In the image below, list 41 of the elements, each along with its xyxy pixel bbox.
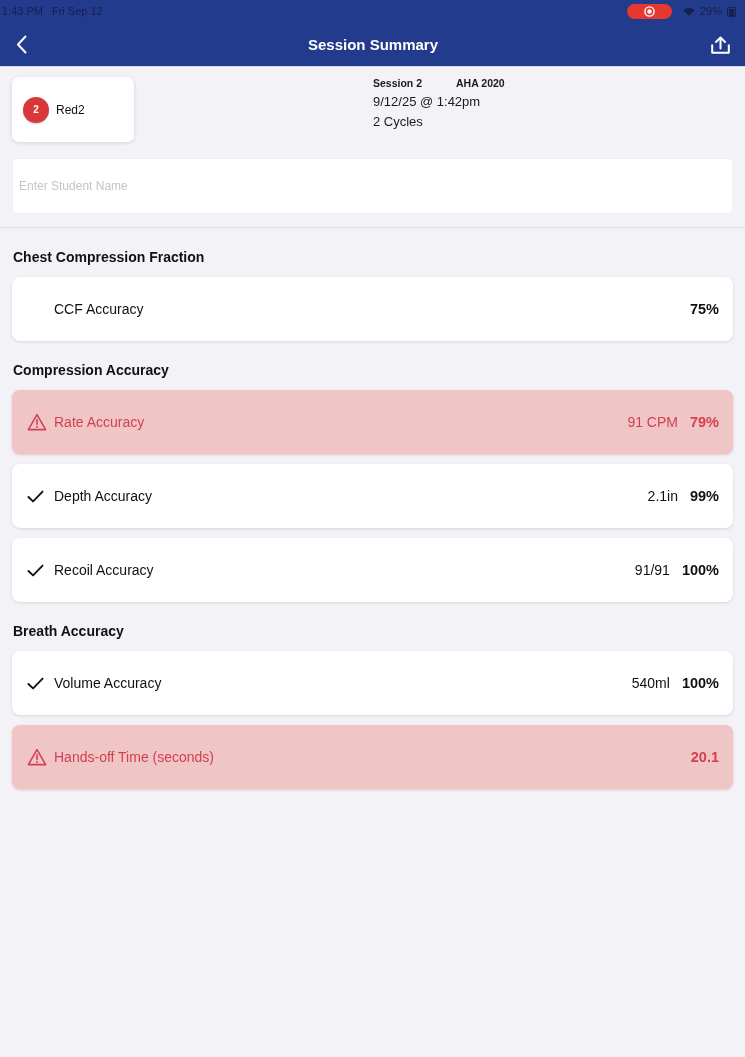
battery-icon xyxy=(727,6,736,17)
metric-score: 79% xyxy=(689,413,719,431)
metric-label: Rate Accuracy xyxy=(54,413,145,431)
checkmark-icon xyxy=(27,676,44,690)
checkmark-icon xyxy=(27,563,44,577)
share-button[interactable] xyxy=(709,33,732,56)
metric-label: Hands-off Time (seconds) xyxy=(54,748,215,766)
share-icon xyxy=(711,35,730,54)
student-name-field[interactable]: Enter Student Name xyxy=(13,159,732,213)
cycle-count: 2 Cycles xyxy=(373,113,424,131)
guideline-version: AHA 2020 xyxy=(456,77,505,89)
metric-label: CCF Accuracy xyxy=(54,300,144,318)
back-button[interactable] xyxy=(14,33,29,56)
metric-score: 99% xyxy=(689,487,719,505)
wifi-icon xyxy=(682,7,695,16)
metric-reading: 91 CPM xyxy=(627,413,678,431)
warning-icon xyxy=(27,748,47,766)
section-title: Chest Compression Fraction xyxy=(13,248,205,267)
metric-score: 75% xyxy=(689,300,719,318)
metric-label: Depth Accuracy xyxy=(54,487,153,505)
metric-score: 20.1 xyxy=(690,748,719,766)
section-title: Compression Accuracy xyxy=(13,361,169,380)
checkmark-icon xyxy=(27,489,44,503)
metric-reading: 2.1in xyxy=(647,487,678,505)
number-badge: 2 xyxy=(23,96,49,123)
metric-score: 100% xyxy=(681,674,719,692)
section-title: Breath Accuracy xyxy=(13,622,124,641)
session-datetime: 9/12/25 @ 1:42pm xyxy=(373,93,482,111)
warning-icon xyxy=(27,413,47,431)
chevron-left-icon xyxy=(16,35,27,54)
metric-label: Volume Accuracy xyxy=(54,674,162,692)
metric-score: 100% xyxy=(681,561,719,579)
metric-reading: 540ml xyxy=(631,674,670,692)
metric-reading: 91/91 xyxy=(634,561,670,579)
session-number: Session 2 xyxy=(373,77,423,89)
screen-title: Session Summary xyxy=(307,35,439,54)
metric-label: Recoil Accuracy xyxy=(54,561,154,579)
status-time: 1:43 PM xyxy=(2,5,43,18)
battery-percentage: 29% xyxy=(699,5,722,18)
student-name: Red2 xyxy=(56,102,85,117)
status-date: Fri Sep 12 xyxy=(51,5,103,18)
